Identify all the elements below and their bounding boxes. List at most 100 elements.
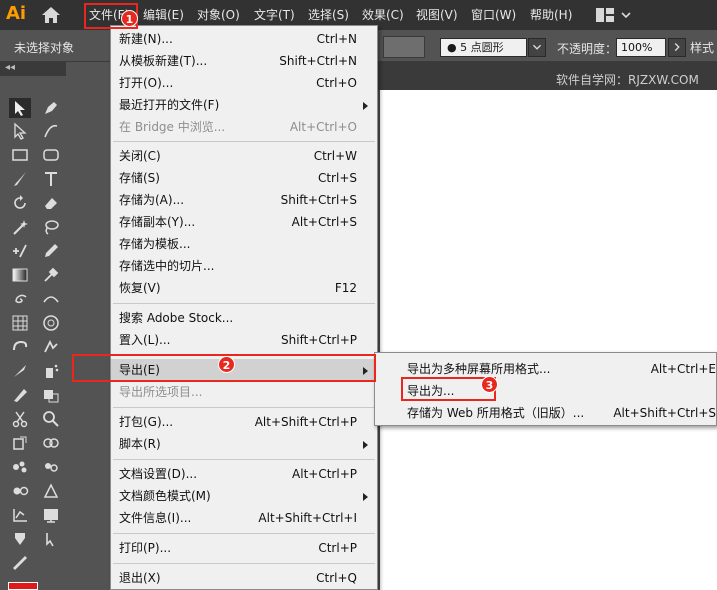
brush-dropdown-button[interactable] xyxy=(528,38,546,57)
eraser-pen-tool[interactable] xyxy=(9,385,31,405)
menu-item-document-color-mode[interactable]: 文档颜色模式(M) xyxy=(111,485,377,507)
annotation-badge-1: 1 xyxy=(121,10,138,27)
menu-separator xyxy=(113,407,375,408)
paintbrush-icon xyxy=(14,172,26,186)
eraser-icon xyxy=(45,198,57,209)
illustrator-logo: Ai xyxy=(6,3,27,24)
home-icon[interactable] xyxy=(41,6,61,24)
graph-tool[interactable] xyxy=(9,505,31,525)
pen-tool[interactable] xyxy=(40,98,62,118)
opacity-expand-button[interactable] xyxy=(668,38,686,57)
style-label[interactable]: 样式 xyxy=(690,39,714,56)
symbol-shifter-icon xyxy=(45,463,58,472)
menu-window[interactable]: 窗口(W) xyxy=(471,6,516,24)
spiral-tool[interactable] xyxy=(9,289,31,309)
column-graph-tool[interactable] xyxy=(40,385,62,405)
artboard-tool[interactable] xyxy=(9,481,31,501)
blob-brush-icon xyxy=(13,340,28,351)
menu-item-close[interactable]: 关闭(C) Ctrl+W xyxy=(111,145,377,167)
brush-definition-select[interactable]: ● 5 点圆形 xyxy=(440,38,527,57)
zoom-tool[interactable] xyxy=(40,409,62,429)
submenu-arrow-icon xyxy=(363,441,368,449)
menu-object[interactable]: 对象(O) xyxy=(197,6,240,24)
rounded-rectangle-tool[interactable] xyxy=(40,145,62,165)
menu-item-revert[interactable]: 恢复(V) F12 xyxy=(111,277,377,299)
chevron-down-icon[interactable] xyxy=(620,8,632,22)
free-transform-icon xyxy=(13,436,27,450)
chevron-down-icon xyxy=(532,44,542,50)
type-tool[interactable] xyxy=(40,169,62,189)
symbol-sprayer-tool[interactable] xyxy=(40,361,62,381)
free-transform-tool[interactable] xyxy=(9,433,31,453)
selection-tool[interactable] xyxy=(9,98,31,118)
magic-wand-tool[interactable] xyxy=(9,217,31,237)
rotate-tool[interactable] xyxy=(9,193,31,213)
stroke-weight-field[interactable] xyxy=(383,36,425,58)
live-paint-select-tool[interactable] xyxy=(40,529,62,549)
submenu-item-save-for-web[interactable]: 存储为 Web 所用格式（旧版）... Alt+Shift+Ctrl+S xyxy=(375,402,717,424)
menu-item-exit[interactable]: 退出(X) Ctrl+Q xyxy=(111,567,377,589)
shape-builder-tool[interactable] xyxy=(40,337,62,357)
menu-item-file-info[interactable]: 文件信息(I)... Alt+Shift+Ctrl+I xyxy=(111,507,377,529)
menu-item-save-copy[interactable]: 存储副本(Y)... Alt+Ctrl+S xyxy=(111,211,377,233)
paintbrush-tool[interactable] xyxy=(9,169,31,189)
selection-status: 未选择对象 xyxy=(14,41,75,55)
menu-item-new-from-template[interactable]: 从模板新建(T)... Shift+Ctrl+N xyxy=(111,50,377,72)
eraser-tool[interactable] xyxy=(40,193,62,213)
menu-separator xyxy=(113,563,375,564)
menu-item-print[interactable]: 打印(P)... Ctrl+P xyxy=(111,537,377,559)
symbol-shifter-tool[interactable] xyxy=(40,457,62,477)
menu-item-save-selected-slices[interactable]: 存储选中的切片... xyxy=(111,255,377,277)
menu-type[interactable]: 文字(T) xyxy=(254,6,295,24)
menu-edit[interactable]: 编辑(E) xyxy=(143,6,184,24)
menu-view[interactable]: 视图(V) xyxy=(416,6,458,24)
menu-item-open[interactable]: 打开(O)... Ctrl+O xyxy=(111,72,377,94)
measure-tool[interactable] xyxy=(9,553,31,573)
menu-effect[interactable]: 效果(C) xyxy=(362,6,404,24)
live-paint-select-icon xyxy=(46,533,54,547)
live-paint-icon xyxy=(15,533,25,545)
rectangle-tool[interactable] xyxy=(9,145,31,165)
opacity-input[interactable]: 100% xyxy=(616,38,666,57)
lasso-tool[interactable] xyxy=(40,217,62,237)
puppet-warp-tool[interactable] xyxy=(9,241,31,261)
slice-tool[interactable] xyxy=(9,361,31,381)
menu-item-save-as-template[interactable]: 存储为模板... xyxy=(111,233,377,255)
menu-separator xyxy=(113,141,375,142)
width-tool[interactable] xyxy=(40,289,62,309)
menu-item-new[interactable]: 新建(N)... Ctrl+N xyxy=(111,28,377,50)
opacity-label: 不透明度： xyxy=(557,42,618,56)
fill-color-swatch[interactable] xyxy=(8,582,38,590)
menu-item-scripts[interactable]: 脚本(R) xyxy=(111,433,377,455)
mesh-tool[interactable] xyxy=(9,313,31,333)
annotation-badge-2: 2 xyxy=(218,356,235,373)
eyedropper-tool[interactable] xyxy=(40,265,62,285)
pencil-tool[interactable] xyxy=(40,241,62,261)
menu-help[interactable]: 帮助(H) xyxy=(530,6,572,24)
scissors-tool[interactable] xyxy=(9,409,31,429)
artboard-canvas[interactable] xyxy=(380,90,717,590)
menu-item-package[interactable]: 打包(G)... Alt+Shift+Ctrl+P xyxy=(111,411,377,433)
workspace-grid-icon[interactable] xyxy=(596,8,614,22)
blob-brush-tool[interactable] xyxy=(9,337,31,357)
brush-label: 5 点圆形 xyxy=(460,41,504,54)
curvature-tool[interactable] xyxy=(40,121,62,141)
slice-select-tool[interactable] xyxy=(40,481,62,501)
menu-item-open-recent[interactable]: 最近打开的文件(F) xyxy=(111,94,377,116)
gradient-tool[interactable] xyxy=(9,265,31,285)
brush-dot-icon: ● xyxy=(447,41,461,54)
direct-selection-tool[interactable] xyxy=(9,121,31,141)
live-paint-tool[interactable] xyxy=(9,529,31,549)
menu-item-document-setup[interactable]: 文档设置(D)... Alt+Ctrl+P xyxy=(111,463,377,485)
menu-item-save[interactable]: 存储(S) Ctrl+S xyxy=(111,167,377,189)
menu-item-search-adobe-stock[interactable]: 搜索 Adobe Stock... xyxy=(111,307,377,329)
symbol-tool[interactable] xyxy=(9,457,31,477)
perspective-grid-tool[interactable] xyxy=(40,313,62,333)
blend-tool[interactable] xyxy=(40,433,62,453)
menu-item-save-as[interactable]: 存储为(A)... Shift+Ctrl+S xyxy=(111,189,377,211)
hand-tool[interactable] xyxy=(40,505,62,525)
menu-select[interactable]: 选择(S) xyxy=(308,6,349,24)
collapse-panel-icon[interactable]: ◂◂ xyxy=(5,62,15,73)
menu-item-place[interactable]: 置入(L)... Shift+Ctrl+P xyxy=(111,329,377,351)
spiral-icon xyxy=(15,294,27,304)
